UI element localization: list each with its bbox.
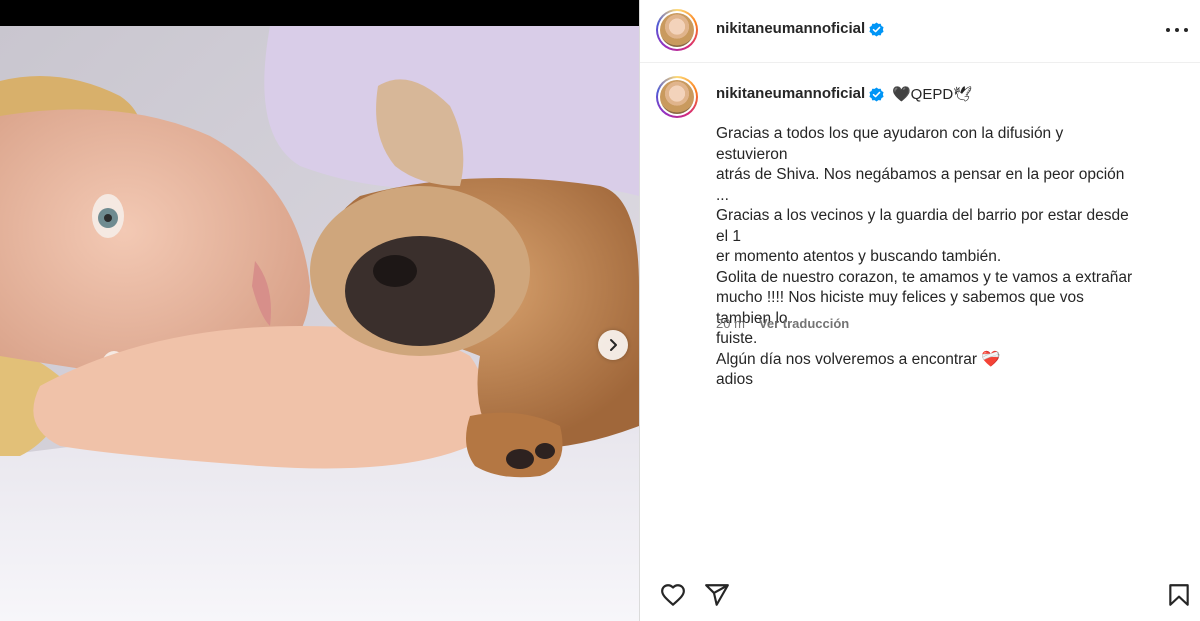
- post-header: nikitaneumannoficial: [640, 0, 1200, 63]
- share-icon[interactable]: [704, 582, 730, 608]
- action-bar: [640, 570, 1200, 620]
- chevron-right-icon: [610, 339, 617, 351]
- heart-icon[interactable]: [660, 582, 686, 608]
- avatar[interactable]: [656, 9, 698, 51]
- bookmark-icon[interactable]: [1166, 582, 1192, 608]
- caption-title: 🖤QEPD🕊: [892, 86, 973, 103]
- caption-line: Gracias a los vecinos y la guardia del b…: [716, 207, 1129, 245]
- more-options-icon: [1166, 28, 1170, 32]
- photo-illustration: [0, 26, 639, 621]
- caption-line: er momento atentos y buscando también.: [716, 248, 1002, 265]
- post-timestamp: 20 m: [716, 316, 745, 331]
- caption-line: adios: [716, 371, 754, 388]
- caption-header: nikitaneumannoficial 🖤QEPD🕊: [640, 76, 1200, 118]
- caption-text: Gracias a todos los que ayudaron con la …: [716, 124, 1136, 391]
- caption-avatar[interactable]: [656, 76, 698, 118]
- caption-line: Algún día nos volveremos a encontrar ❤️‍…: [716, 350, 1001, 368]
- see-translation-link[interactable]: Ver traducción: [759, 316, 849, 331]
- verified-badge-icon: [869, 22, 884, 37]
- verified-badge-icon: [869, 87, 884, 102]
- caption-line: Gracias a todos los que ayudaron con la …: [716, 125, 1064, 163]
- post-side-panel: nikitaneumannoficial nikitaneumannoficia…: [640, 0, 1200, 621]
- caption-line: Golita de nuestro corazon, te amamos y t…: [716, 268, 1133, 286]
- post-photo: [0, 26, 639, 621]
- caption-username[interactable]: nikitaneumannoficial: [716, 85, 865, 102]
- caption-meta: 20 m Ver traducción: [716, 316, 849, 331]
- post-media: [0, 0, 639, 621]
- caption-line: atrás de Shiva. Nos negábamos a pensar e…: [716, 166, 1125, 204]
- caption-line: fuiste.: [716, 330, 758, 347]
- more-options-button[interactable]: [1166, 22, 1188, 38]
- carousel-next-button[interactable]: [598, 330, 628, 360]
- header-username[interactable]: nikitaneumannoficial: [716, 20, 865, 37]
